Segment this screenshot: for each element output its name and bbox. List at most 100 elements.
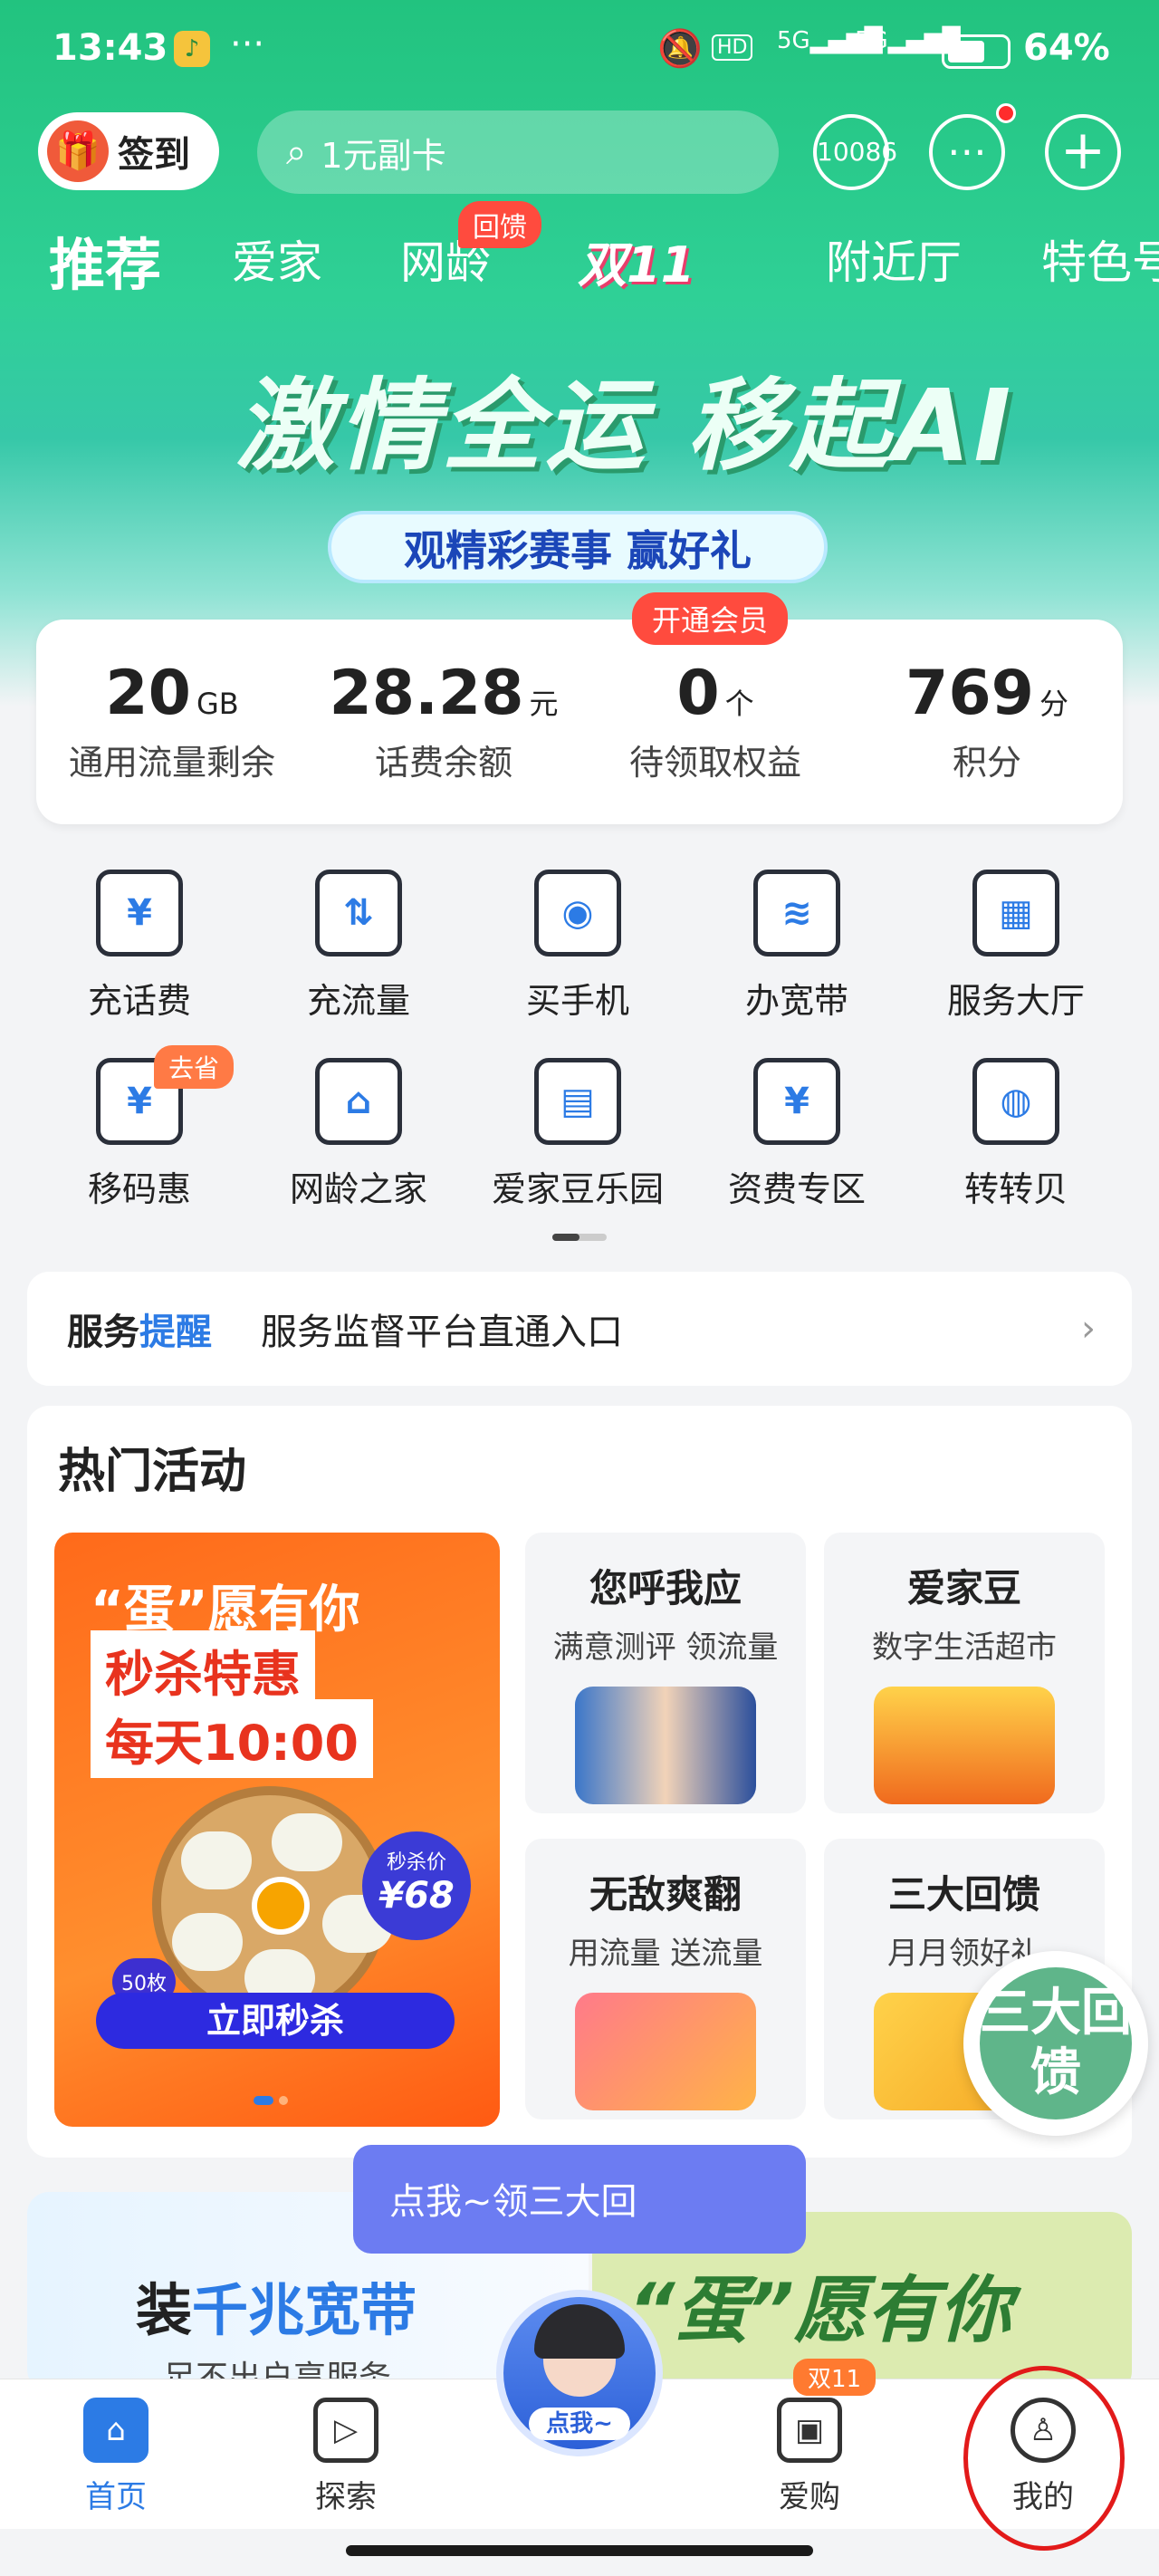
grid-zhuanzhuan-bei[interactable]: ◍ 转转贝 bbox=[900, 1058, 1132, 1211]
grid-page-indicator bbox=[552, 1234, 607, 1241]
assistant-cap-label: 点我~ bbox=[529, 2408, 630, 2440]
more-notifications-icon: ··· bbox=[230, 24, 265, 65]
nav-explore[interactable]: ▷ 探索 bbox=[283, 2398, 409, 2516]
broadband-title: 装千兆宽带 bbox=[136, 2264, 417, 2346]
tab-recommend[interactable]: 推荐 bbox=[49, 219, 161, 301]
phone-icon: ◉ bbox=[534, 870, 621, 956]
banner-title[interactable]: 激情全运 移起AI bbox=[235, 344, 1014, 489]
grid-label: 移码惠 bbox=[87, 1169, 191, 1209]
chevron-right-icon: › bbox=[1081, 1308, 1096, 1350]
tile-subtitle: 用流量 送流量 bbox=[568, 1936, 763, 1972]
nav-shop[interactable]: ▣ 爱购 bbox=[746, 2398, 873, 2516]
battery-percent: 64% bbox=[1023, 27, 1110, 69]
benefits-unit: 个 bbox=[724, 687, 754, 721]
tile-unbeatable[interactable]: 无敌爽翻 用流量 送流量 bbox=[525, 1839, 806, 2119]
egg-promo-title: “蛋”愿有你 bbox=[628, 2268, 1012, 2352]
grid-service-hall[interactable]: ▦ 服务大厅 bbox=[900, 870, 1132, 1023]
balance-value: 28.28 bbox=[329, 658, 524, 729]
phone-bill-icon: ¥ bbox=[96, 870, 183, 956]
promo-page-indicator bbox=[254, 2096, 290, 2105]
house-gauge-icon: ⌂ bbox=[315, 1058, 402, 1145]
grid-buy-phone[interactable]: ◉ 买手机 bbox=[462, 870, 694, 1023]
gift-icon: 🎁 bbox=[47, 120, 109, 182]
tile-title: 无敌爽翻 bbox=[589, 1872, 742, 1917]
data-label: 通用流量剩余 bbox=[68, 743, 275, 783]
service-reminder-bar[interactable]: 服务 提醒 服务监督平台直通入口 › bbox=[27, 1272, 1132, 1386]
router-icon: ≋ bbox=[753, 870, 840, 956]
three-rewards-floating-button[interactable]: 三大回馈 bbox=[963, 1951, 1148, 2136]
hd-icon: HD bbox=[712, 34, 753, 61]
broadband-highlight: 千兆宽带 bbox=[192, 2277, 417, 2343]
benefits-label: 待领取权益 bbox=[628, 743, 801, 783]
assistant-tooltip[interactable]: 点我~领三大回 bbox=[353, 2145, 806, 2254]
points[interactable]: 769 分 积分 bbox=[851, 658, 1123, 784]
music-app-icon: ♪ bbox=[174, 31, 210, 67]
service-hotline-button[interactable]: 10086 bbox=[813, 114, 897, 190]
assistant-hair bbox=[534, 2304, 625, 2359]
save-badge: 去省 bbox=[154, 1045, 235, 1089]
home-icon: ⌂ bbox=[83, 2398, 148, 2463]
tile-subtitle: 满意测评 领流量 bbox=[552, 1629, 779, 1666]
unread-dot bbox=[996, 103, 1016, 123]
grid-label: 充话费 bbox=[87, 981, 191, 1021]
flash-sale-button[interactable]: 立即秒杀 bbox=[96, 1993, 455, 2049]
grid-tariff-zone[interactable]: ¥ 资费专区 bbox=[681, 1058, 913, 1211]
tile-title: 您呼我应 bbox=[589, 1566, 742, 1610]
highlight-circle bbox=[963, 2366, 1125, 2551]
grid-network-age-home[interactable]: ⌂ 网龄之家 bbox=[243, 1058, 474, 1211]
tab-nearby-hall[interactable]: 附近厅 bbox=[826, 226, 962, 292]
tab-home[interactable]: 爱家 bbox=[232, 226, 322, 292]
signal-label-2: 5G bbox=[855, 27, 888, 54]
nav-label: 首页 bbox=[85, 2479, 147, 2515]
price-badge: 秒杀价 ¥68 bbox=[362, 1831, 471, 1940]
search-icon: ⌕ bbox=[286, 131, 307, 173]
points-label: 积分 bbox=[952, 743, 1021, 783]
tile-aijia-bean[interactable]: 爱家豆 数字生活超市 bbox=[824, 1533, 1105, 1813]
nav-label: 探索 bbox=[315, 2479, 377, 2515]
float-label: 三大回馈 bbox=[980, 1967, 1132, 2119]
tile-title: 三大回馈 bbox=[887, 1872, 1040, 1917]
search-bar[interactable]: ⌕ 1元副卡 bbox=[257, 111, 779, 194]
data-value: 20 bbox=[105, 658, 191, 729]
grid-label: 资费专区 bbox=[727, 1169, 866, 1209]
signal-label: 5G bbox=[777, 27, 810, 54]
data-remaining[interactable]: 20 GB 通用流量剩余 bbox=[36, 658, 308, 784]
data-recharge-icon: ⇅ bbox=[315, 870, 402, 956]
grid-label: 爱家豆乐园 bbox=[491, 1169, 664, 1209]
egg-flash-sale-card[interactable]: “蛋”愿有你 秒杀特惠 每天10:00 秒杀价 ¥68 50枚 立即秒杀 bbox=[54, 1533, 500, 2127]
account-summary-card: 20 GB 通用流量剩余 28.28 元 话费余额 0个 待领取权益 769 分 积分 bbox=[36, 620, 1123, 824]
pending-benefits[interactable]: 0个 待领取权益 bbox=[580, 658, 851, 784]
sign-in-button[interactable]: 🎁 签到 bbox=[38, 112, 219, 190]
grid-broadband[interactable]: ≋ 办宽带 bbox=[681, 870, 913, 1023]
hotline-number: 10086 bbox=[817, 137, 898, 167]
tile-you-call-we-respond[interactable]: 您呼我应 满意测评 领流量 bbox=[525, 1533, 806, 1813]
nav-home[interactable]: ⌂ 首页 bbox=[53, 2398, 179, 2516]
grid-bean-park[interactable]: ▤ 爱家豆乐园 bbox=[462, 1058, 694, 1211]
tab-double-eleven[interactable]: 双11 bbox=[578, 225, 694, 296]
data-gift-image bbox=[575, 1993, 756, 2110]
open-vip-badge[interactable]: 开通会员 bbox=[632, 592, 789, 645]
egg-image bbox=[181, 1831, 252, 1889]
grid-apps-icon: ▦ bbox=[972, 870, 1059, 956]
balance[interactable]: 28.28 元 话费余额 bbox=[308, 658, 580, 784]
status-time: 13:43 bbox=[53, 27, 168, 69]
nav-label: 爱购 bbox=[779, 2479, 840, 2515]
tile-title: 爱家豆 bbox=[906, 1566, 1021, 1610]
grid-label: 服务大厅 bbox=[946, 981, 1085, 1021]
message-icon[interactable]: ⋯ bbox=[929, 114, 1005, 190]
grid-label: 充流量 bbox=[306, 981, 410, 1021]
grid-recharge-bill[interactable]: ¥ 充话费 bbox=[24, 870, 255, 1023]
price-label: 秒杀价 bbox=[386, 1851, 446, 1874]
ai-assistant-avatar[interactable]: 点我~ bbox=[496, 2290, 663, 2456]
grid-recharge-data[interactable]: ⇅ 充流量 bbox=[243, 870, 474, 1023]
add-icon[interactable]: + bbox=[1045, 114, 1121, 190]
search-yuan-icon: ¥ bbox=[753, 1058, 840, 1145]
tab-feedback-badge: 回馈 bbox=[458, 201, 541, 248]
notice-tag-reminder: 提醒 bbox=[139, 1312, 212, 1353]
notice-text: 服务监督平台直通入口 bbox=[261, 1312, 623, 1353]
mute-bell-icon: 🔕 bbox=[657, 28, 703, 70]
home-indicator bbox=[346, 2545, 813, 2556]
tab-special-number[interactable]: 特色号 bbox=[1041, 226, 1159, 292]
gold-basket-image bbox=[874, 1687, 1055, 1804]
banner-subtitle[interactable]: 观精彩赛事 赢好礼 bbox=[328, 511, 828, 583]
